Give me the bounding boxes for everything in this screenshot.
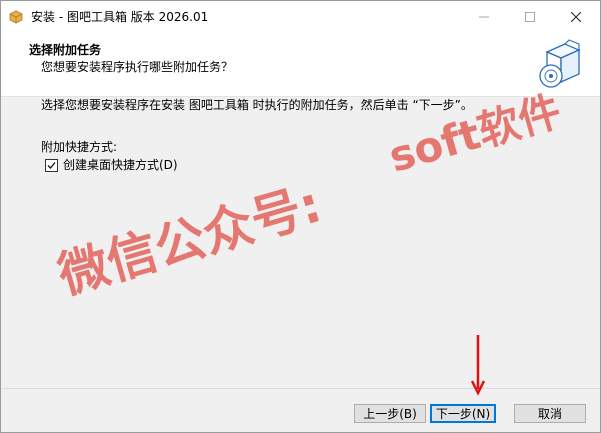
- wizard-header: 选择附加任务 您想要安装程序执行哪些附加任务？: [1, 32, 600, 97]
- minimize-button[interactable]: [461, 1, 507, 32]
- app-icon: [9, 10, 23, 24]
- close-button[interactable]: [553, 1, 599, 32]
- title-bar[interactable]: 安装 - 图吧工具箱 版本 2026.01: [1, 1, 600, 32]
- page-subtitle: 您想要安装程序执行哪些附加任务？: [41, 60, 234, 74]
- red-arrow-icon: [471, 335, 485, 396]
- wizard-footer: 上一步(B) 下一步(N) 取消: [1, 388, 600, 432]
- back-button[interactable]: 上一步(B): [354, 404, 426, 423]
- next-button[interactable]: 下一步(N): [430, 404, 496, 423]
- minimize-icon: [479, 16, 489, 17]
- close-icon: [571, 11, 581, 22]
- desktop-shortcut-checkbox-row[interactable]: 创建桌面快捷方式(D): [45, 157, 178, 173]
- maximize-button[interactable]: [507, 1, 553, 32]
- desktop-shortcut-checkbox[interactable]: [45, 158, 58, 172]
- cancel-button[interactable]: 取消: [514, 404, 586, 423]
- installer-window: 安装 - 图吧工具箱 版本 2026.01 选择附加任务 您想要安装程序执行哪些…: [0, 0, 601, 433]
- shortcut-group-label: 附加快捷方式:: [41, 140, 118, 154]
- maximize-icon: [525, 11, 535, 22]
- task-description: 选择您想要安装程序在安装 图吧工具箱 时执行的附加任务，然后单击 “下一步”。: [41, 98, 473, 112]
- window-title: 安装 - 图吧工具箱 版本 2026.01: [31, 10, 209, 24]
- page-title: 选择附加任务: [29, 43, 102, 57]
- checkmark-icon: [47, 161, 56, 169]
- desktop-shortcut-label[interactable]: 创建桌面快捷方式(D): [63, 157, 178, 173]
